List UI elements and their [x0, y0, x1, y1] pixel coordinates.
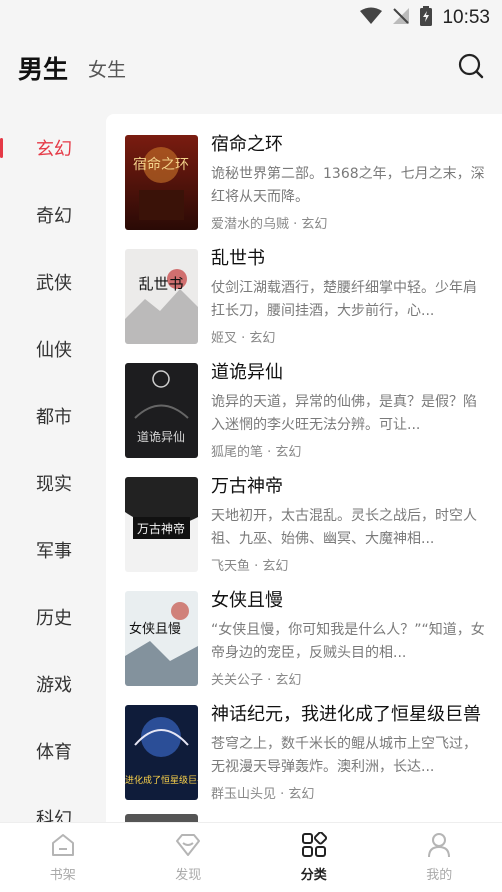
- book-item[interactable]: 女侠且慢 女侠且慢 “女侠且慢，你可知我是什么人？”“知道，女帝身边的宠臣，反贼…: [125, 586, 490, 696]
- discover-icon: [176, 834, 201, 856]
- search-icon: [458, 53, 484, 79]
- tab-female[interactable]: 女生: [88, 55, 126, 82]
- nav-profile[interactable]: 我的: [377, 823, 502, 892]
- book-author: 狐尾的笔: [211, 445, 264, 460]
- book-cover: 宿命之环: [125, 135, 198, 230]
- book-author: 群玉山头见: [211, 787, 277, 802]
- book-cover: 万古神帝: [125, 477, 198, 572]
- status-time: 10:53: [442, 7, 490, 28]
- meta-separator: ·: [250, 559, 263, 574]
- book-title: 乱世书: [211, 248, 265, 269]
- meta-separator: ·: [276, 787, 289, 802]
- book-cover: 道诡异仙: [125, 363, 198, 458]
- sidebar-item-dushi[interactable]: 都市: [0, 382, 106, 449]
- book-description: 诡秘世界第二部。1368之年，七月之末，深红将从天而降。: [211, 166, 485, 205]
- book-meta: 狐尾的笔 · 玄幻: [211, 441, 491, 460]
- book-list: 宿命之环 宿命之环 诡秘世界第二部。1368之年，七月之末，深红将从天而降。 爱…: [106, 114, 502, 822]
- book-genre: 玄幻: [275, 445, 302, 460]
- sidebar-item-wuxia[interactable]: 武侠: [0, 248, 106, 315]
- book-title: 宿命之环: [211, 134, 283, 155]
- bottom-nav: 书架 发现 分类 我的: [0, 822, 502, 892]
- book-item[interactable]: 宿命之环 宿命之环 诡秘世界第二部。1368之年，七月之末，深红将从天而降。 爱…: [125, 130, 490, 240]
- book-cover: 女侠且慢: [125, 591, 198, 686]
- book-cover: 我进化成了恒星级巨兽: [125, 705, 198, 800]
- book-description: 苍穹之上，数千米长的鲲从城市上空飞过，无视漫天导弹轰炸。澳利洲，长达...: [211, 736, 477, 775]
- book-author: 关关公子: [211, 673, 264, 688]
- book-item[interactable]: 我进化成了恒星级巨兽 神话纪元，我进化成了恒星级巨兽 苍穹之上，数千米长的鲲从城…: [125, 700, 490, 810]
- cover-title: 女侠且慢: [129, 621, 181, 637]
- status-bar: 10:53: [0, 0, 502, 36]
- no-signal-icon: [392, 7, 410, 29]
- book-author: 爱潜水的乌贼: [211, 217, 290, 232]
- wifi-icon: [360, 7, 383, 29]
- book-item[interactable]: 万古神帝 万古神帝 天地初开，太古混乱。灵长之战后，时空人祖、九巫、始佛、幽冥、…: [125, 472, 490, 582]
- book-author: 姬叉: [211, 331, 238, 346]
- cover-title: 道诡异仙: [137, 430, 185, 444]
- search-button[interactable]: [456, 51, 486, 81]
- book-meta: 姬叉 · 玄幻: [211, 327, 491, 346]
- book-description: 天地初开，太古混乱。灵长之战后，时空人祖、九巫、始佛、幽冥、大魔神相...: [211, 508, 477, 547]
- book-meta: 飞天鱼 · 玄幻: [211, 555, 491, 574]
- sidebar-item-kehuan[interactable]: 科幻: [0, 784, 106, 823]
- nav-discover[interactable]: 发现: [126, 823, 252, 892]
- cover-title: 宿命之环: [133, 156, 189, 173]
- nav-label: 我的: [426, 868, 453, 883]
- sidebar-item-qihuan[interactable]: 奇幻: [0, 181, 106, 248]
- book-meta: 群玉山头见 · 玄幻: [211, 783, 491, 802]
- cover-title: 我进化成了恒星级巨兽: [125, 774, 198, 786]
- meta-separator: ·: [289, 217, 302, 232]
- nav-label: 发现: [175, 868, 202, 883]
- profile-icon: [428, 833, 451, 858]
- sidebar-item-tiyu[interactable]: 体育: [0, 717, 106, 784]
- book-cover-partial: [125, 814, 198, 822]
- meta-separator: ·: [263, 445, 276, 460]
- book-title: 万古神帝: [211, 476, 283, 497]
- sidebar-item-lishi[interactable]: 历史: [0, 583, 106, 650]
- book-genre: 玄幻: [275, 673, 302, 688]
- cover-title: 乱世书: [138, 275, 183, 293]
- book-title: 神话纪元，我进化成了恒星级巨兽: [211, 704, 481, 725]
- book-description: “女侠且慢，你可知我是什么人？”“知道，女帝身边的宠臣，反贼头目的相...: [211, 622, 485, 661]
- nav-category[interactable]: 分类: [251, 823, 377, 892]
- category-icon: [301, 832, 327, 857]
- book-genre: 玄幻: [288, 787, 315, 802]
- cover-title: 万古神帝: [137, 521, 185, 536]
- sidebar-item-youxi[interactable]: 游戏: [0, 650, 106, 717]
- book-description: 仗剑江湖载酒行，楚腰纤细掌中轻。少年肩扛长刀，腰间挂酒，大步前行，心...: [211, 280, 477, 319]
- nav-label: 书架: [49, 868, 76, 883]
- sidebar-item-junshi[interactable]: 军事: [0, 516, 106, 583]
- book-item[interactable]: 乱世书 乱世书 仗剑江湖载酒行，楚腰纤细掌中轻。少年肩扛长刀，腰间挂酒，大步前行…: [125, 244, 490, 354]
- category-sidebar: 玄幻 奇幻 武侠 仙侠 都市 现实 军事 历史 游戏 体育 科幻: [0, 114, 106, 822]
- book-genre: 玄幻: [301, 217, 328, 232]
- tab-male[interactable]: 男生: [18, 50, 68, 86]
- book-title: 道诡异仙: [211, 362, 283, 383]
- book-genre: 玄幻: [249, 331, 276, 346]
- book-meta: 爱潜水的乌贼 · 玄幻: [211, 213, 491, 232]
- book-genre: 玄幻: [262, 559, 289, 574]
- nav-label: 分类: [300, 868, 327, 883]
- book-meta: 关关公子 · 玄幻: [211, 669, 491, 688]
- sidebar-item-xuanhuan[interactable]: 玄幻: [0, 114, 106, 181]
- header: 男生 女生: [0, 36, 502, 100]
- book-item[interactable]: 道诡异仙 道诡异仙 诡异的天道，异常的仙佛，是真？是假？陷入迷惘的李火旺无法分辨…: [125, 358, 490, 468]
- book-title: 女侠且慢: [211, 590, 283, 611]
- sidebar-item-xianshi[interactable]: 现实: [0, 449, 106, 516]
- book-cover: 乱世书: [125, 249, 198, 344]
- book-description: 诡异的天道，异常的仙佛，是真？是假？陷入迷惘的李火旺无法分辨。可让...: [211, 394, 477, 433]
- bookshelf-icon: [51, 834, 74, 856]
- nav-bookshelf[interactable]: 书架: [0, 823, 126, 892]
- battery-icon: [420, 6, 433, 30]
- meta-separator: ·: [263, 673, 276, 688]
- sidebar-item-xianxia[interactable]: 仙侠: [0, 315, 106, 382]
- book-author: 飞天鱼: [211, 559, 251, 574]
- meta-separator: ·: [237, 331, 250, 346]
